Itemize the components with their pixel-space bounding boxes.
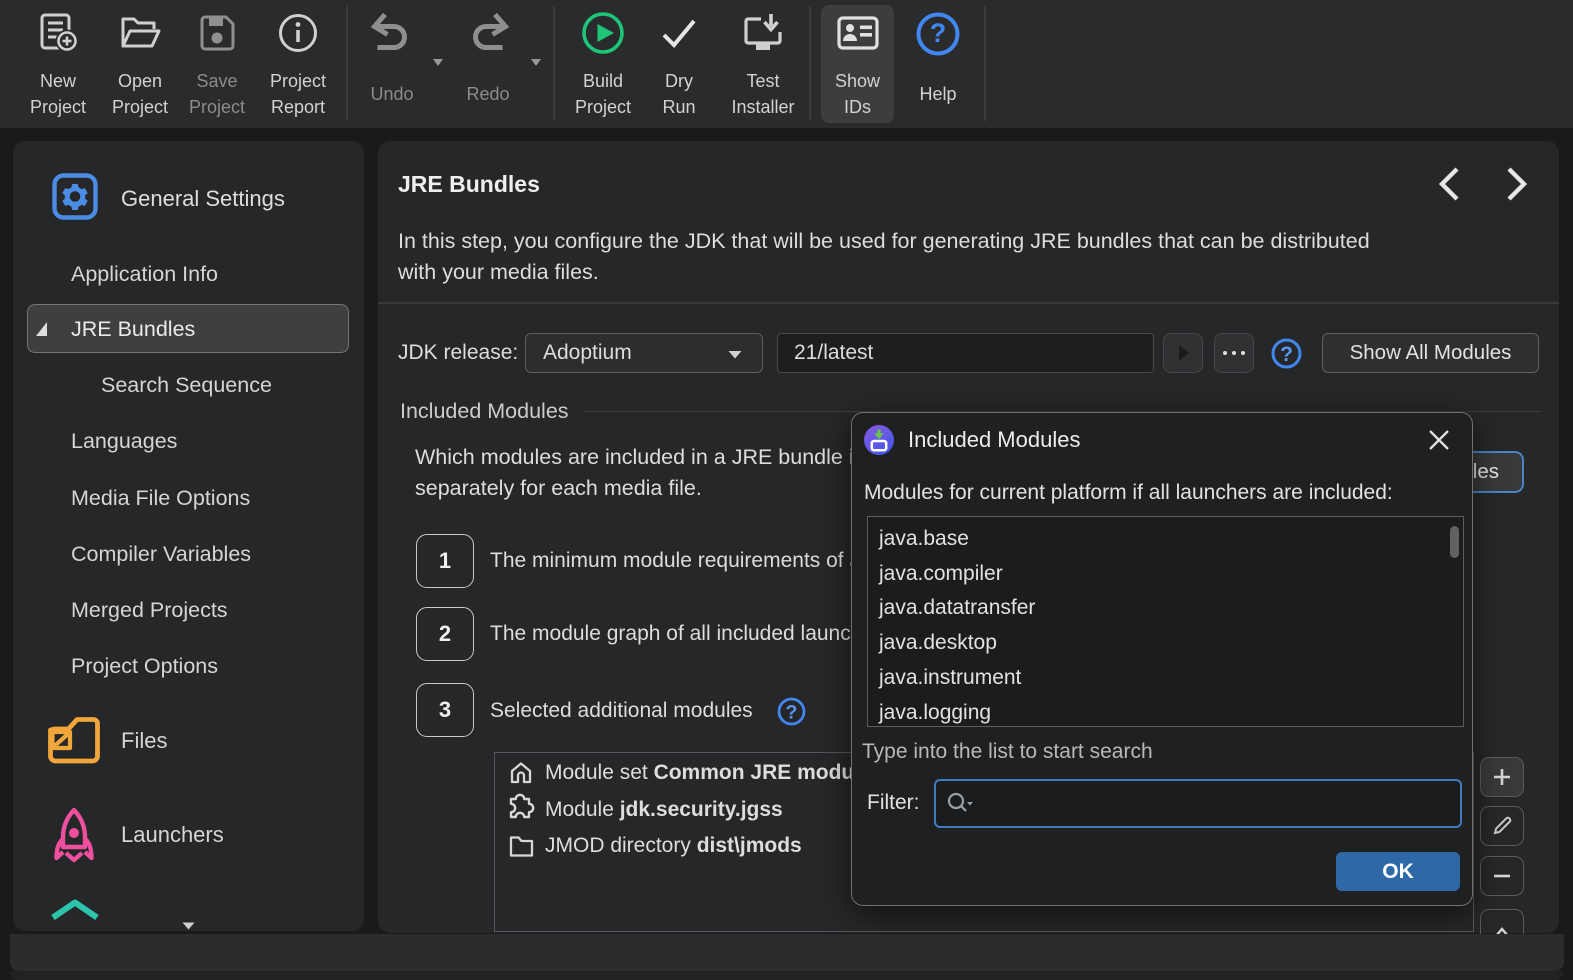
svg-text:?: ? (1280, 343, 1293, 366)
svg-text:?: ? (930, 18, 947, 48)
svg-text:?: ? (786, 702, 798, 724)
